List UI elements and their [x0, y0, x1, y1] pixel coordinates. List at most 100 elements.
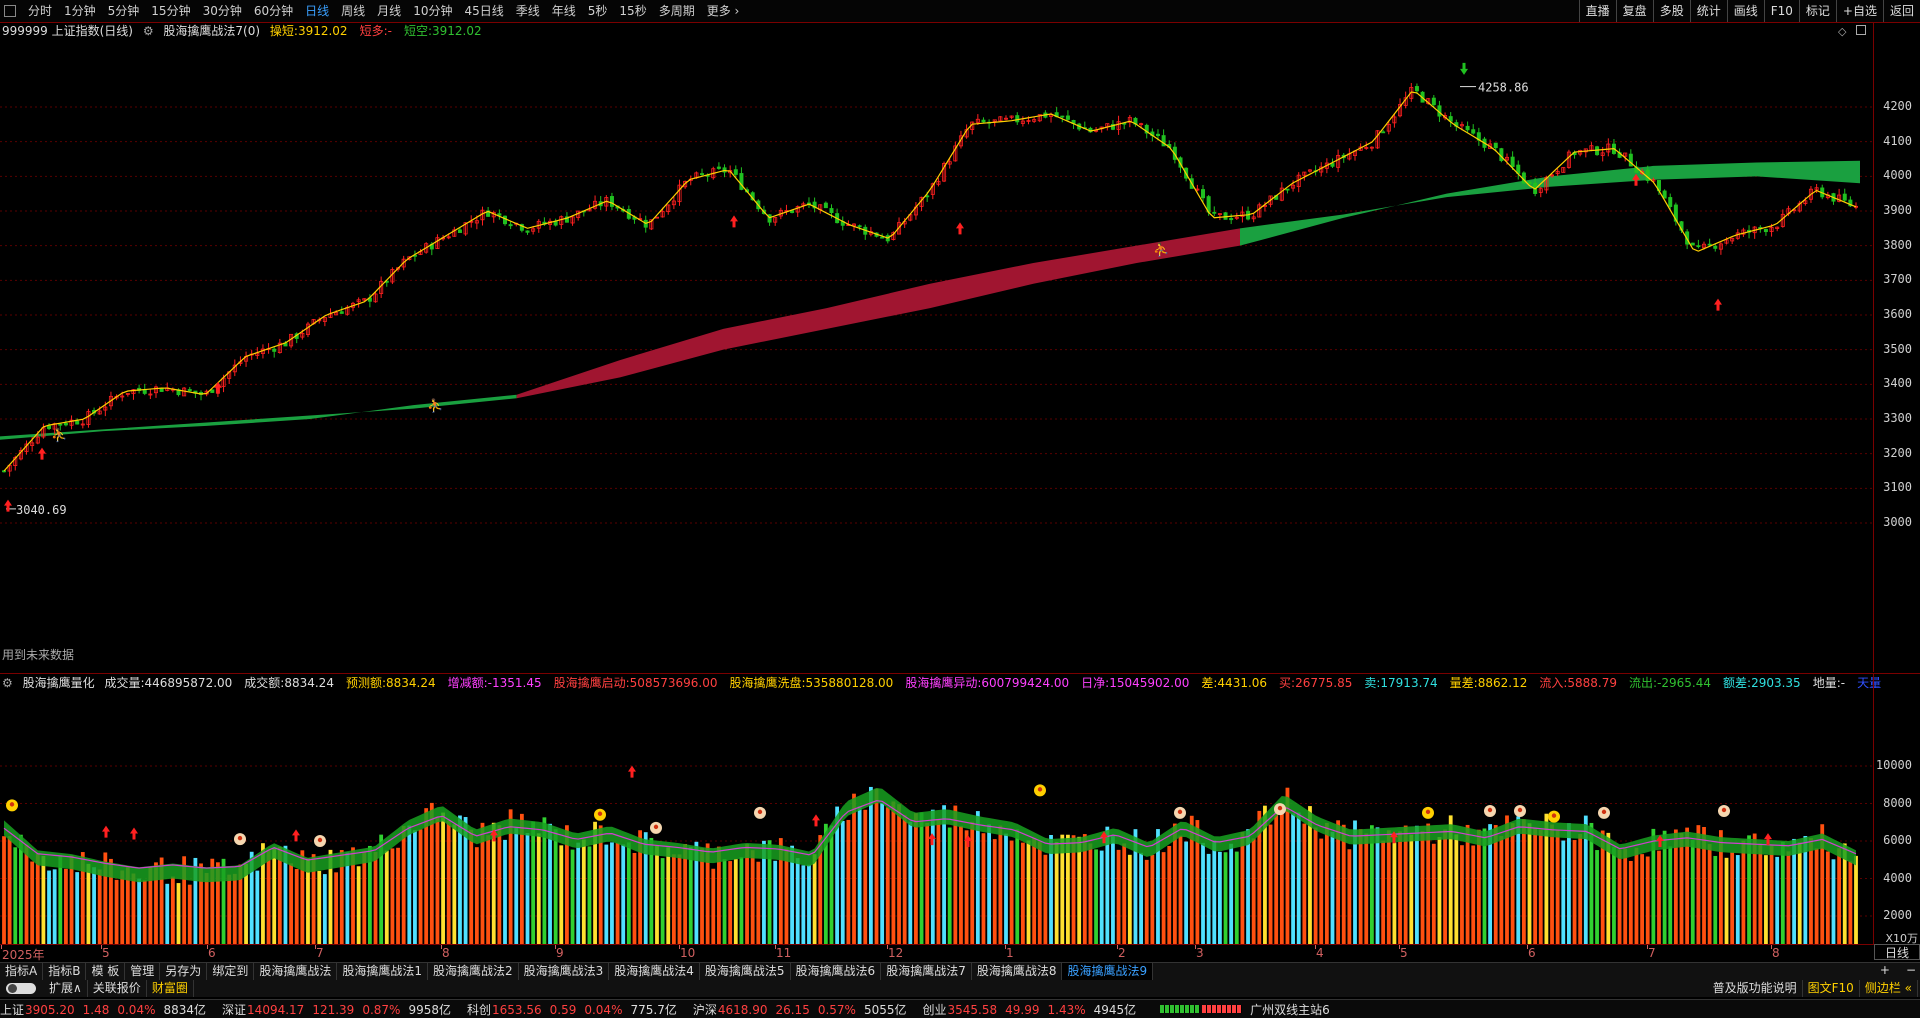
volume-bar [334, 872, 339, 944]
candle-body [187, 389, 192, 392]
toggle-switch[interactable] [6, 983, 36, 994]
extension-right-2[interactable]: 侧边栏 « [1860, 980, 1918, 997]
sub_info-item-4: 股海擒鹰启动:508573696.00 [554, 676, 724, 690]
market-quote-3[interactable]: 沪深4618.90 26.15 0.57% 5055亿 [693, 1001, 915, 1018]
timeframe-13[interactable]: 5秒 [582, 0, 614, 22]
volume-bar [390, 848, 395, 944]
volume-bar [626, 842, 631, 944]
volume-bar [947, 827, 952, 944]
toolbar-right: 直播 复盘 多股 统计 画线 F10 标记 +自选 返回 [1578, 0, 1920, 22]
indicator-tab-8[interactable]: 股海擒鹰战法2 [428, 963, 519, 980]
indicator-name[interactable]: 股海擒鹰战法7(0) [163, 24, 260, 38]
indicator-tab-10[interactable]: 股海擒鹰战法4 [609, 963, 700, 980]
extension-tab-0[interactable]: 扩展∧ [44, 980, 88, 997]
timeframe-6[interactable]: 日线 [299, 0, 335, 22]
timeframe-1[interactable]: 1分钟 [58, 0, 102, 22]
window-icon[interactable] [1856, 25, 1866, 35]
extension-right: 普及版功能说明 图文F10 侧边栏 « [1708, 980, 1918, 997]
indicator-tab-7[interactable]: 股海擒鹰战法1 [337, 963, 428, 980]
market-quote-1[interactable]: 深证14094.17 121.39 0.87% 9958亿 [222, 1001, 459, 1018]
extension-tab-2[interactable]: 财富圈 [147, 980, 194, 997]
top-toolbar: 分时 1分钟 5分钟 15分钟 30分钟 60分钟 日线 周线 月线 10分钟 45日线 季线 年线 5秒… [0, 0, 1920, 23]
volume-bar [1775, 856, 1780, 944]
price-tick-label: 4000 [1883, 168, 1912, 183]
volume-chart[interactable] [0, 692, 1874, 944]
indicator-tab-9[interactable]: 股海擒鹰战法3 [519, 963, 610, 980]
volume-bar [1415, 825, 1419, 944]
timeframe-2[interactable]: 5分钟 [102, 0, 146, 22]
sub-indicator-name[interactable]: 股海擒鹰量化 [23, 676, 95, 690]
toolbar-button-1[interactable]: 复盘 [1615, 0, 1653, 22]
period-button[interactable]: 日线 [1874, 944, 1920, 960]
timeframe-3[interactable]: 15分钟 [145, 0, 196, 22]
indicator-tab-15[interactable]: 股海擒鹰战法9 [1062, 963, 1154, 980]
indicator-tab-4[interactable]: 另存为 [160, 963, 208, 980]
toolbar-button-8[interactable]: 返回 [1882, 0, 1920, 22]
sub_info-label: 股海擒鹰启动: [553, 676, 630, 690]
extension-right-0[interactable]: 普及版功能说明 [1708, 980, 1803, 997]
volume-bar [1240, 832, 1245, 944]
sub-settings-icon[interactable]: ⚙ [2, 676, 13, 690]
timeframe-4[interactable]: 30分钟 [197, 0, 248, 22]
window-menu-icon[interactable] [4, 5, 16, 17]
indicator-tab-3[interactable]: 管理 [125, 963, 161, 980]
toolbar-button-6[interactable]: 标记 [1798, 0, 1836, 22]
minus-icon[interactable]: − [1906, 963, 1916, 977]
plus-icon[interactable]: + [1880, 963, 1890, 977]
timeframe-11[interactable]: 季线 [510, 0, 546, 22]
indicator-tab-0[interactable]: 指标A [0, 963, 44, 980]
volume-bar [1324, 822, 1329, 944]
volume-bar [514, 827, 519, 944]
volume-bar [170, 876, 175, 944]
timeframe-16[interactable]: 更多 › [701, 0, 746, 22]
volume-bar [1640, 854, 1644, 944]
timeframe-10[interactable]: 45日线 [458, 0, 509, 22]
diamond-icon[interactable]: ◇ [1838, 25, 1846, 38]
volume-bar [570, 849, 575, 944]
toolbar-button-4[interactable]: 画线 [1726, 0, 1764, 22]
timeframe-12[interactable]: 年线 [546, 0, 582, 22]
market-quote-4[interactable]: 创业3545.58 49.99 1.43% 4945亿 [923, 1001, 1145, 1018]
timeframe-7[interactable]: 周线 [335, 0, 371, 22]
timeframe-14[interactable]: 15秒 [613, 0, 652, 22]
indicator-tab-12[interactable]: 股海擒鹰战法6 [791, 963, 882, 980]
price-chart[interactable]: 4258.86 3040.69 ⛹ ⛹ ⛹ [0, 40, 1874, 670]
candle-body [1668, 197, 1673, 207]
market-quote-0[interactable]: 上证3905.20 1.48 0.04% 8834亿 [0, 1001, 214, 1018]
toolbar-button-7[interactable]: +自选 [1835, 0, 1883, 22]
timeframe-0[interactable]: 分时 [22, 0, 58, 22]
volume-bar [1341, 824, 1346, 944]
volume-bar [441, 812, 445, 944]
settings-icon[interactable]: ⚙ [143, 24, 154, 38]
indicator-tab-11[interactable]: 股海擒鹰战法5 [700, 963, 791, 980]
extension-right-1[interactable]: 图文F10 [1803, 980, 1860, 997]
sub_info-item-11: 量差:8862.12 [1450, 676, 1534, 690]
market-quote-2[interactable]: 科创1653.56 0.59 0.04% 775.7亿 [467, 1001, 685, 1018]
indicator-tab-13[interactable]: 股海擒鹰战法7 [881, 963, 972, 980]
extension-tab-1[interactable]: 关联报价 [88, 980, 147, 997]
indicator-tab-6[interactable]: 股海擒鹰战法 [254, 963, 338, 980]
volume-bar [266, 850, 271, 944]
timeframe-8[interactable]: 月线 [371, 0, 407, 22]
toolbar-button-0[interactable]: 直播 [1578, 0, 1616, 22]
volume-arrow-icon [628, 765, 636, 778]
candle-body [1690, 242, 1695, 246]
timeframe-9[interactable]: 10分钟 [407, 0, 458, 22]
timeframe-5[interactable]: 60分钟 [248, 0, 299, 22]
volume-bar [1274, 810, 1279, 944]
indicator-tab-5[interactable]: 绑定到 [207, 963, 255, 980]
timeframe-15[interactable]: 多周期 [653, 0, 701, 22]
toolbar-button-5[interactable]: F10 [1763, 0, 1799, 22]
server-name: 广州双线主站6 [1250, 1002, 1330, 1017]
price-tick-label: 3600 [1883, 307, 1912, 321]
toolbar-button-3[interactable]: 统计 [1689, 0, 1727, 22]
volume-bar [1420, 831, 1425, 944]
indicator-tab-14[interactable]: 股海擒鹰战法8 [972, 963, 1063, 980]
indicator-tab-1[interactable]: 指标B [43, 963, 87, 980]
money-bag-dot [1487, 807, 1493, 813]
volume-bar [1206, 853, 1211, 944]
indicator-tab-2[interactable]: 模 板 [86, 963, 126, 980]
toolbar-button-2[interactable]: 多股 [1652, 0, 1690, 22]
main_info-label: 短空: [403, 24, 432, 38]
candle-body [716, 166, 721, 169]
